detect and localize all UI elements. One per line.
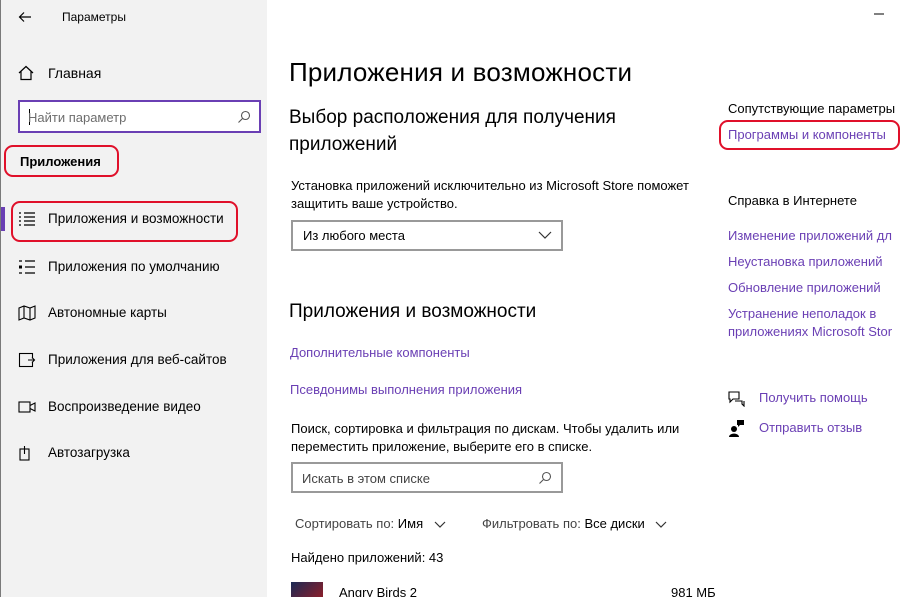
app-size: 981 МБ (671, 585, 716, 597)
app-execution-aliases-link[interactable]: Псевдонимы выполнения приложения (290, 382, 522, 397)
app-list-item[interactable]: Angry Birds 2 981 МБ (291, 582, 900, 597)
sidebar: Параметры Главная Приложения Прил (1, 0, 267, 597)
section-title: Приложения (20, 153, 101, 169)
related-settings-title: Сопутствующие параметры (728, 101, 896, 116)
minimize-icon[interactable] (873, 8, 885, 20)
settings-search-input[interactable] (28, 108, 228, 126)
default-apps-icon (19, 260, 35, 274)
chat-help-icon (728, 391, 745, 407)
sidebar-item-startup[interactable]: Автозагрузка (1, 433, 267, 473)
apps-list-search-input[interactable] (302, 470, 522, 486)
search-icon (539, 471, 552, 484)
window-title: Параметры (62, 10, 126, 24)
install-source-dropdown[interactable]: Из любого места (291, 220, 563, 251)
chevron-down-icon (538, 231, 552, 239)
programs-and-features-link[interactable]: Программы и компоненты (728, 127, 886, 142)
sidebar-item-label: Приложения по умолчанию (48, 259, 220, 274)
sidebar-item-web-apps[interactable]: Приложения для веб-сайтов (1, 340, 267, 380)
sidebar-item-default-apps[interactable]: Приложения по умолчанию (1, 247, 267, 287)
chevron-down-icon (655, 521, 667, 528)
sidebar-item-label: Автономные карты (48, 305, 167, 320)
sidebar-item-label: Главная (48, 65, 102, 81)
sidebar-item-apps-features[interactable]: Приложения и возможности (1, 199, 267, 239)
title-bar: Параметры (1, 0, 267, 34)
apps-features-heading: Приложения и возможности (289, 301, 537, 322)
sort-label: Сортировать по: (295, 516, 395, 531)
settings-window: Параметры Главная Приложения Прил (0, 0, 900, 597)
settings-search-box[interactable] (18, 100, 261, 133)
sort-dropdown[interactable]: Сортировать по: Имя (295, 516, 446, 531)
chevron-down-icon (434, 521, 446, 528)
sidebar-item-label: Приложения для веб-сайтов (48, 352, 227, 367)
apps-list-description: Поиск, сортировка и фильтрация по дискам… (291, 421, 680, 454)
feedback-icon (729, 420, 744, 437)
filter-dropdown[interactable]: Фильтровать по: Все диски (482, 516, 667, 531)
sidebar-item-video-playback[interactable]: Воспроизведение видео (1, 387, 267, 427)
app-name: Angry Birds 2 (339, 585, 418, 597)
map-icon (18, 305, 36, 321)
sidebar-item-home[interactable]: Главная (1, 56, 267, 90)
filter-value: Все диски (584, 516, 645, 531)
main-content: Приложения и возможности Выбор расположе… (267, 0, 900, 597)
app-icon (291, 582, 323, 597)
search-icon[interactable] (237, 110, 251, 124)
feedback-label: Отправить отзыв (759, 420, 863, 435)
web-help-link-uninstall[interactable]: Неустановка приложений (728, 254, 882, 269)
startup-icon (19, 446, 30, 461)
web-apps-icon (18, 352, 36, 368)
apps-list-search-box[interactable] (291, 462, 563, 493)
page-title: Приложения и возможности (289, 57, 633, 87)
section-header-apps: Приложения (4, 145, 119, 177)
dropdown-value: Из любого места (303, 228, 405, 243)
apps-found-count: Найдено приложений: 43 (291, 550, 444, 565)
web-help-link-troubleshoot[interactable]: Устранение неполадок в (728, 306, 876, 321)
web-help-link-troubleshoot-cont[interactable]: приложениях Microsoft Stor (728, 324, 892, 339)
selection-indicator (1, 207, 5, 231)
video-icon (18, 401, 36, 413)
sidebar-item-label: Воспроизведение видео (48, 399, 201, 414)
back-button[interactable] (13, 6, 37, 28)
home-icon (18, 65, 34, 81)
install-source-description: Установка приложений исключительно из Mi… (291, 178, 689, 211)
optional-features-link[interactable]: Дополнительные компоненты (290, 345, 470, 360)
install-source-heading: Выбор расположения для получения приложе… (289, 107, 616, 155)
back-arrow-icon (18, 12, 31, 22)
web-help-link-change-apps[interactable]: Изменение приложений дл (728, 228, 892, 243)
get-help-label: Получить помощь (759, 390, 868, 405)
web-help-title: Справка в Интернете (728, 193, 857, 208)
filter-label: Фильтровать по: (482, 516, 581, 531)
sidebar-item-offline-maps[interactable]: Автономные карты (1, 293, 267, 333)
sidebar-item-label: Автозагрузка (48, 445, 130, 460)
sidebar-item-label: Приложения и возможности (48, 211, 224, 226)
list-icon (19, 212, 35, 226)
sort-value: Имя (397, 516, 424, 531)
web-help-link-update[interactable]: Обновление приложений (728, 280, 881, 295)
